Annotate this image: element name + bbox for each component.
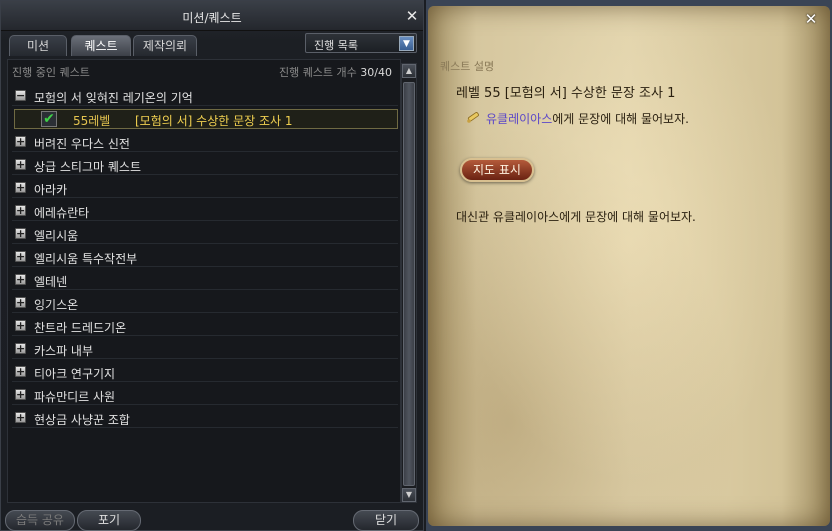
quest-level: 55레벨 bbox=[73, 114, 111, 128]
quest-group-row[interactable]: + 아라카 bbox=[12, 178, 398, 198]
quest-group-row[interactable]: + 버려진 우다스 신전 bbox=[12, 132, 398, 152]
expand-icon[interactable]: + bbox=[15, 136, 26, 147]
quest-group-name: 파슈만디르 사원 bbox=[34, 390, 116, 404]
npc-name[interactable]: 유클레이아스 bbox=[486, 112, 552, 126]
expand-icon[interactable]: + bbox=[15, 274, 26, 285]
quest-group-name: 카스파 내부 bbox=[34, 344, 94, 358]
quest-row-selected[interactable]: ✔ 55레벨 [모험의 서] 수상한 문장 조사 1 bbox=[14, 109, 398, 129]
abandon-button[interactable]: 포기 bbox=[77, 510, 141, 531]
expand-icon[interactable]: + bbox=[15, 389, 26, 400]
quest-group-name: 에레슈란타 bbox=[34, 206, 90, 220]
quest-group-name: 엘리시움 특수작전부 bbox=[34, 252, 138, 266]
quest-group-row[interactable]: + 엘리시움 특수작전부 bbox=[12, 247, 398, 267]
quest-group-row[interactable]: + 엘테넨 bbox=[12, 270, 398, 290]
quest-group-row[interactable]: + 에레슈란타 bbox=[12, 201, 398, 221]
list-header-label: 진행 중인 퀘스트 bbox=[12, 66, 90, 79]
expand-icon[interactable]: + bbox=[15, 182, 26, 193]
chevron-down-icon[interactable]: ▼ bbox=[399, 36, 414, 51]
scroll-icon bbox=[467, 112, 479, 123]
expand-icon[interactable]: + bbox=[15, 343, 26, 354]
objective-text: 에게 문장에 대해 물어보자. bbox=[552, 112, 689, 126]
scroll-thumb[interactable] bbox=[403, 82, 415, 486]
scroll-down-icon[interactable]: ▼ bbox=[402, 488, 416, 502]
expand-icon[interactable]: + bbox=[15, 205, 26, 216]
parchment-panel: ✕ 퀘스트 설명 레벨 55 [모험의 서] 수상한 문장 조사 1 유클레이아… bbox=[428, 6, 830, 526]
quest-group-row[interactable]: + 티아크 연구기지 bbox=[12, 362, 398, 382]
quest-group-name: 아라카 bbox=[34, 183, 68, 197]
quest-list-panel: 진행 중인 퀘스트 진행 퀘스트 개수 30/40 − 모험의 서 잊혀진 레기… bbox=[7, 59, 401, 503]
quest-count: 진행 퀘스트 개수 30/40 bbox=[279, 64, 392, 80]
quest-group-name: 버려진 우다스 신전 bbox=[34, 137, 130, 151]
list-header: 진행 중인 퀘스트 진행 퀘스트 개수 30/40 bbox=[12, 64, 396, 80]
window-title: 미션/퀘스트 bbox=[182, 11, 242, 25]
scroll-up-icon[interactable]: ▲ bbox=[402, 64, 416, 78]
expand-icon[interactable]: + bbox=[15, 251, 26, 262]
quest-count-value: 30/40 bbox=[360, 66, 392, 79]
quest-description: 대신관 유클레이아스에게 문장에 대해 물어보자. bbox=[456, 210, 696, 224]
quest-group-name: 모험의 서 잊혀진 레기온의 기억 bbox=[34, 91, 193, 105]
expand-icon[interactable]: + bbox=[15, 366, 26, 377]
checkmark-icon[interactable]: ✔ bbox=[41, 111, 57, 127]
expand-icon[interactable]: + bbox=[15, 228, 26, 239]
tab-craft-request[interactable]: 제작의뢰 bbox=[133, 35, 197, 56]
scrollbar[interactable]: ▲ ▼ bbox=[401, 63, 417, 503]
quest-group-row[interactable]: + 상급 스티그마 퀘스트 bbox=[12, 155, 398, 175]
bottom-bar: 습득 공유 포기 닫기 bbox=[1, 506, 423, 531]
tab-mission[interactable]: 미션 bbox=[9, 35, 67, 56]
quest-group-name: 엘테넨 bbox=[34, 275, 68, 289]
share-quest-button[interactable]: 습득 공유 bbox=[5, 510, 75, 531]
tab-quest[interactable]: 퀘스트 bbox=[71, 35, 131, 56]
quest-group-row[interactable]: + 잉기스온 bbox=[12, 293, 398, 313]
quest-detail-title: 레벨 55 [모험의 서] 수상한 문장 조사 1 bbox=[456, 86, 676, 101]
quest-group-row[interactable]: − 모험의 서 잊혀진 레기온의 기억 bbox=[12, 86, 398, 106]
quest-group-row[interactable]: + 카스파 내부 bbox=[12, 339, 398, 359]
quest-detail-window: ✕ 퀘스트 설명 레벨 55 [모험의 서] 수상한 문장 조사 1 유클레이아… bbox=[426, 0, 832, 531]
expand-icon[interactable]: + bbox=[15, 412, 26, 423]
section-label: 퀘스트 설명 bbox=[440, 60, 495, 73]
quest-group-name: 현상금 사냥꾼 조합 bbox=[34, 413, 130, 427]
close-button[interactable]: 닫기 bbox=[353, 510, 419, 531]
expand-icon[interactable]: + bbox=[15, 297, 26, 308]
quest-objective: 유클레이아스에게 문장에 대해 물어보자. bbox=[486, 110, 689, 127]
mission-quest-window: 미션/퀘스트 ✕ 미션 퀘스트 제작의뢰 진행 목록 ▼ 진행 중인 퀘스트 진… bbox=[0, 0, 424, 531]
quest-group-row[interactable]: + 파슈만디르 사원 bbox=[12, 385, 398, 405]
show-map-button[interactable]: 지도 표시 bbox=[460, 158, 534, 182]
quest-group-name: 엘리시움 bbox=[34, 229, 79, 243]
expand-icon[interactable]: + bbox=[15, 159, 26, 170]
quest-group-row[interactable]: + 현상금 사냥꾼 조합 bbox=[12, 408, 398, 428]
quest-group-name: 잉기스온 bbox=[34, 298, 79, 312]
quest-group-name: 티아크 연구기지 bbox=[34, 367, 116, 381]
collapse-icon[interactable]: − bbox=[15, 90, 26, 101]
quest-filter-dropdown[interactable]: 진행 목록 ▼ bbox=[305, 33, 417, 53]
quest-group-row[interactable]: + 엘리시움 bbox=[12, 224, 398, 244]
quest-count-label: 진행 퀘스트 개수 bbox=[278, 66, 357, 79]
quest-group-name: 상급 스티그마 퀘스트 bbox=[34, 160, 141, 174]
title-bar[interactable]: 미션/퀘스트 ✕ bbox=[1, 1, 423, 31]
close-icon[interactable]: ✕ bbox=[804, 12, 818, 27]
expand-icon[interactable]: + bbox=[15, 320, 26, 331]
filter-value: 진행 목록 bbox=[314, 39, 358, 52]
quest-group-row[interactable]: + 찬트라 드레드기온 bbox=[12, 316, 398, 336]
quest-name: [모험의 서] 수상한 문장 조사 1 bbox=[135, 114, 293, 128]
close-icon[interactable]: ✕ bbox=[405, 9, 419, 24]
quest-group-name: 찬트라 드레드기온 bbox=[34, 321, 127, 335]
